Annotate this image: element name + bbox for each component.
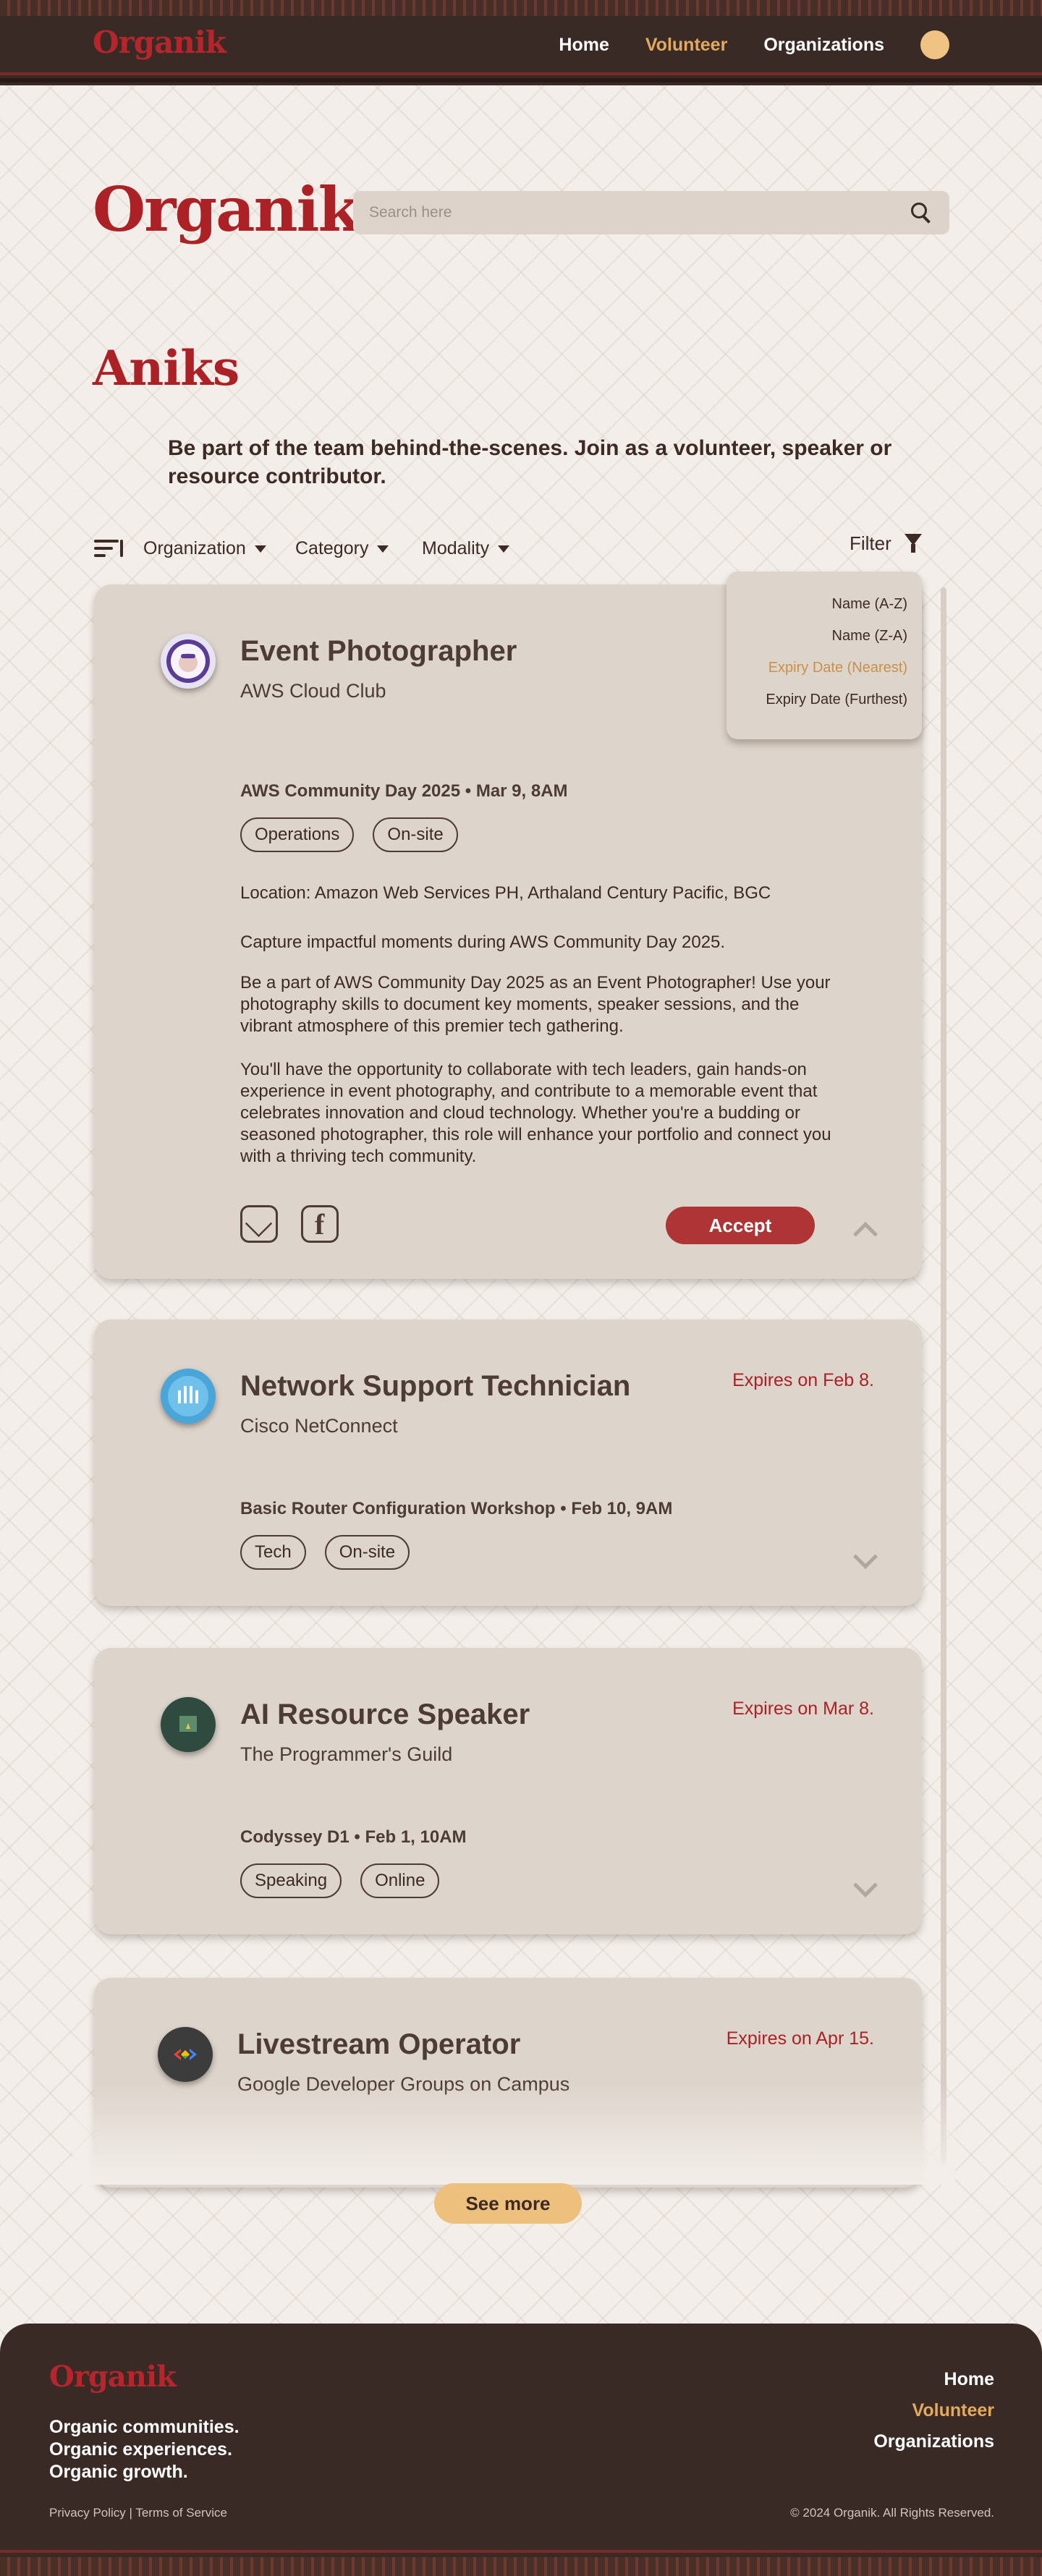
- opportunity-card[interactable]: Network Support Technician Cisco NetConn…: [94, 1319, 922, 1606]
- card-event: Codyssey D1 • Feb 1, 10AM: [240, 1827, 467, 1847]
- card-title: Network Support Technician: [240, 1370, 631, 1402]
- card-description-2: You'll have the opportunity to collabora…: [240, 1060, 831, 1166]
- user-avatar[interactable]: [920, 30, 949, 59]
- filter-button[interactable]: Filter: [850, 532, 891, 555]
- card-org: AWS Cloud Club: [240, 680, 386, 702]
- card-expiry: Expires on Mar 8.: [732, 1699, 874, 1719]
- footer-pattern-border: [0, 2557, 1042, 2576]
- list-scrollbar[interactable]: [941, 587, 946, 2164]
- card-location: Location: Amazon Web Services PH, Arthal…: [240, 883, 771, 903]
- page-title: Aniks: [93, 340, 240, 396]
- tagline-line: Organic communities.: [49, 2417, 240, 2437]
- org-logo-aws-cloud-club: [161, 634, 216, 689]
- footer-tagline: Organic communities. Organic experiences…: [49, 2416, 240, 2483]
- search-icon[interactable]: [909, 200, 933, 225]
- nav-logo[interactable]: Organik: [93, 25, 226, 60]
- footer-stripe: [0, 2550, 1042, 2553]
- card-title: AI Resource Speaker: [240, 1699, 530, 1730]
- see-more-button[interactable]: See more: [434, 2183, 582, 2224]
- org-logo-programmers-guild: [161, 1697, 216, 1752]
- nav-link-home[interactable]: Home: [559, 35, 609, 56]
- brand-logo: Organik: [93, 174, 360, 245]
- card-org: Cisco NetConnect: [240, 1415, 398, 1437]
- card-expiry: Expires on Feb 8.: [732, 1370, 874, 1390]
- sort-option-name-az[interactable]: Name (A-Z): [727, 596, 922, 628]
- legal-links[interactable]: Privacy Policy | Terms of Service: [49, 2506, 227, 2520]
- mail-icon[interactable]: [240, 1205, 278, 1243]
- sort-option-name-za[interactable]: Name (Z-A): [727, 628, 922, 660]
- footer-links: Home Volunteer Organizations: [873, 2364, 994, 2457]
- footer-link-home[interactable]: Home: [873, 2364, 994, 2395]
- nav-link-organizations[interactable]: Organizations: [763, 35, 884, 56]
- card-title: Livestream Operator: [237, 2028, 521, 2060]
- tag-on-site: On-site: [324, 1535, 410, 1570]
- page-intro: Be part of the team behind-the-scenes. J…: [168, 436, 892, 488]
- facebook-icon[interactable]: f: [301, 1205, 339, 1243]
- card-event: AWS Community Day 2025 • Mar 9, 8AM: [240, 781, 568, 801]
- chevron-down-icon[interactable]: [853, 1544, 878, 1569]
- sort-option-expiry-nearest[interactable]: Expiry Date (Nearest): [727, 660, 922, 692]
- footer-link-organizations[interactable]: Organizations: [873, 2426, 994, 2457]
- card-summary: Capture impactful moments during AWS Com…: [240, 932, 726, 952]
- card-description-1: Be a part of AWS Community Day 2025 as a…: [240, 973, 831, 1036]
- tag-speaking: Speaking: [240, 1863, 342, 1898]
- copyright: © 2024 Organik. All Rights Reserved.: [790, 2506, 994, 2520]
- list-fade-overlay: [72, 2083, 955, 2185]
- tagline-line: Organic experiences.: [49, 2439, 232, 2460]
- card-event: Basic Router Configuration Workshop • Fe…: [240, 1499, 673, 1518]
- category-dropdown[interactable]: Category: [295, 538, 389, 559]
- sort-menu: Name (A-Z) Name (Z-A) Expiry Date (Neare…: [727, 571, 922, 739]
- tagline-line: Organic growth.: [49, 2462, 188, 2482]
- card-expiry: Expires on Apr 15.: [726, 2028, 874, 2049]
- nav-link-volunteer[interactable]: Volunteer: [645, 35, 727, 56]
- footer: Organik Organic communities. Organic exp…: [0, 2324, 1042, 2576]
- org-logo-cisco-netconnect: [161, 1369, 216, 1424]
- tag-operations: Operations: [240, 817, 355, 852]
- chevron-down-icon[interactable]: [853, 1873, 878, 1897]
- nav-links: Home Volunteer Organizations: [559, 30, 949, 59]
- tag-on-site: On-site: [373, 817, 458, 852]
- sort-icon[interactable]: [94, 538, 126, 560]
- nav-pattern-border: [0, 0, 1042, 16]
- modality-dropdown[interactable]: Modality: [422, 538, 509, 559]
- sort-option-expiry-furthest[interactable]: Expiry Date (Furthest): [727, 692, 922, 723]
- organization-dropdown[interactable]: Organization: [143, 538, 266, 559]
- card-org: The Programmer's Guild: [240, 1743, 453, 1765]
- nav-stripe-dark: [0, 78, 1042, 82]
- tag-online: Online: [360, 1863, 440, 1898]
- chevron-up-icon[interactable]: [853, 1222, 878, 1246]
- card-title: Event Photographer: [240, 635, 517, 667]
- top-navbar: Organik Home Volunteer Organizations: [0, 0, 1042, 85]
- tag-tech: Tech: [240, 1535, 306, 1570]
- search-bar[interactable]: Search here: [353, 191, 949, 234]
- footer-logo[interactable]: Organik: [49, 2360, 177, 2394]
- nav-stripe: [0, 72, 1042, 75]
- accept-button[interactable]: Accept: [666, 1207, 815, 1244]
- org-logo-gdg-on-campus: [158, 2027, 213, 2082]
- search-input[interactable]: Search here: [369, 204, 909, 221]
- filter-icon[interactable]: [905, 534, 922, 553]
- footer-link-volunteer[interactable]: Volunteer: [873, 2395, 994, 2426]
- opportunity-card[interactable]: AI Resource Speaker The Programmer's Gui…: [94, 1648, 922, 1934]
